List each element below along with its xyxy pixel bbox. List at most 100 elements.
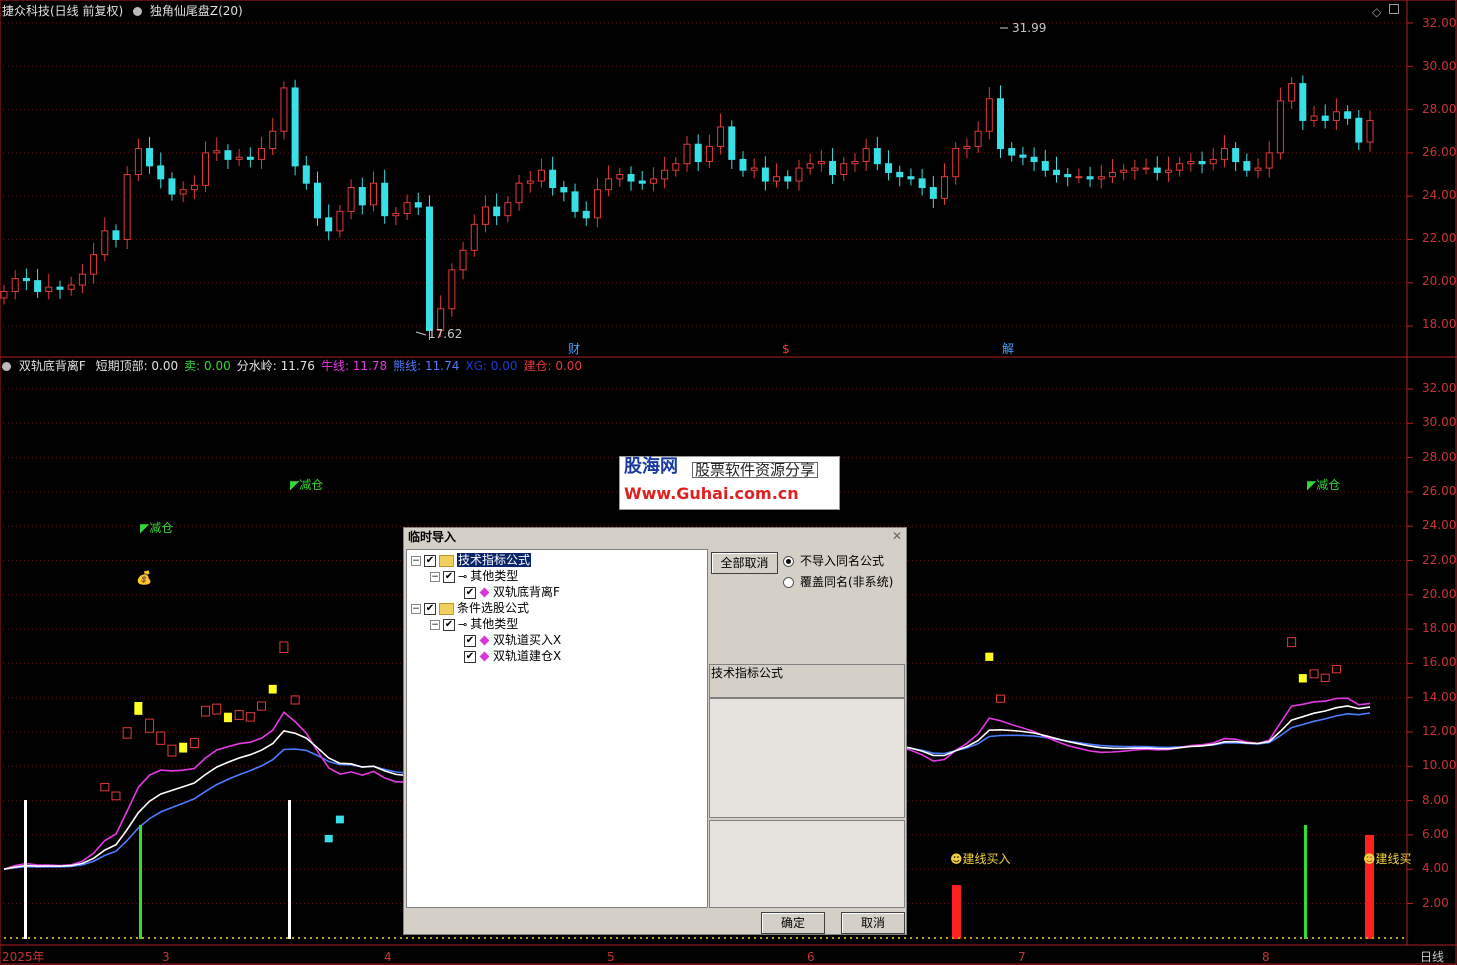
overwrite-duplicate-radio[interactable]: 覆盖同名(非系统) xyxy=(783,574,893,590)
baseline-dot xyxy=(238,937,240,939)
baseline-dot xyxy=(604,937,606,939)
tree-node-label: 双轨道建仓X xyxy=(493,649,562,663)
high-price-label: 31.99 xyxy=(1012,21,1047,35)
close-icon[interactable]: ✕ xyxy=(892,529,902,543)
candle-body xyxy=(1187,161,1195,165)
candle-body xyxy=(1008,148,1016,156)
candle-body xyxy=(470,223,478,251)
candle-body xyxy=(593,189,601,219)
baseline-dot xyxy=(118,937,120,939)
tree-node[interactable]: ✔ 双轨底背离F xyxy=(449,584,560,600)
candle-body xyxy=(425,206,433,331)
tree-node[interactable]: − ✔ 条件选股公式 xyxy=(411,600,529,616)
baseline-dot xyxy=(580,937,582,939)
indicator-bar xyxy=(279,641,289,653)
baseline-dot xyxy=(1258,937,1260,939)
collapse-icon[interactable]: − xyxy=(411,555,421,566)
date-tick: 4 xyxy=(384,950,392,964)
tree-node[interactable]: − ✔ ⊸ 其他类型 xyxy=(430,616,518,632)
baseline-dot xyxy=(292,937,294,939)
baseline-dot xyxy=(130,937,132,939)
baseline-dot xyxy=(214,937,216,939)
baseline-dot xyxy=(742,937,744,939)
baseline-dot xyxy=(400,937,402,939)
tree-node[interactable]: ✔ 双轨道建仓X xyxy=(449,648,561,664)
candle-body xyxy=(11,277,19,292)
import-dialog[interactable]: 临时导入 ✕ − ✔ 技术指标公式 − ✔ ⊸ 其他类型 ✔ 双轨底背离F − ✔ 条件选股公式 − ✔ ⊸… xyxy=(403,527,907,935)
candle-body xyxy=(1332,111,1340,121)
indicator-tick: 16.00 xyxy=(1422,655,1457,670)
checkbox[interactable]: ✔ xyxy=(424,554,436,567)
collapse-icon[interactable]: − xyxy=(411,603,421,614)
checkbox[interactable]: ✔ xyxy=(464,586,476,599)
indicator-circle-icon[interactable] xyxy=(2,362,11,371)
deselect-all-button[interactable]: 全部取消 xyxy=(711,552,778,574)
candle-body xyxy=(1164,169,1172,173)
candle-body xyxy=(314,182,322,219)
candle-body xyxy=(1232,148,1240,163)
maximize-icon[interactable] xyxy=(1389,4,1399,14)
candle-body xyxy=(661,169,669,180)
baseline-dot xyxy=(1330,937,1332,939)
baseline-dot xyxy=(1180,937,1182,939)
baseline-dot xyxy=(244,937,246,939)
baseline-dot xyxy=(850,937,852,939)
candle-body xyxy=(1041,161,1049,171)
baseline-dot xyxy=(154,937,156,939)
checkbox[interactable]: ✔ xyxy=(424,602,436,615)
main-indicator-name[interactable]: 独角仙尾盘Z(20) xyxy=(150,4,243,18)
baseline-dot xyxy=(1192,937,1194,939)
indicator-value: 建仓: 0.00 xyxy=(523,359,583,373)
finance-marker[interactable]: 财 xyxy=(568,342,580,356)
no-import-duplicate-radio[interactable]: 不导入同名公式 xyxy=(783,553,884,569)
baseline-dot xyxy=(634,937,636,939)
checkbox[interactable]: ✔ xyxy=(443,570,455,583)
dialog-title[interactable]: 临时导入 xyxy=(404,528,906,546)
diamond-icon[interactable]: ◇ xyxy=(1372,5,1381,19)
indicator-tick: 12.00 xyxy=(1422,724,1457,738)
baseline-dot xyxy=(490,937,492,939)
checkbox[interactable]: ✔ xyxy=(464,634,476,647)
baseline-dot xyxy=(112,937,114,939)
tree-node[interactable]: − ✔ 技术指标公式 xyxy=(411,552,532,568)
candle-body xyxy=(829,161,837,176)
collapse-icon[interactable]: − xyxy=(430,571,440,582)
cancel-button[interactable]: 取消 xyxy=(841,912,905,934)
candle-body xyxy=(952,148,960,178)
checkbox[interactable]: ✔ xyxy=(464,650,476,663)
baseline-dot xyxy=(652,937,654,939)
formula-tree[interactable]: − ✔ 技术指标公式 − ✔ ⊸ 其他类型 ✔ 双轨底背离F − ✔ 条件选股公式 − ✔ ⊸ 其他类型 ✔ 双轨… xyxy=(406,549,708,908)
unlock-marker[interactable]: 解 xyxy=(1002,342,1014,356)
indicator-bar xyxy=(1309,669,1319,679)
candle-body xyxy=(537,169,545,182)
checkbox[interactable]: ✔ xyxy=(443,618,455,631)
baseline-dot xyxy=(190,937,192,939)
baseline-dot xyxy=(1198,937,1200,939)
collapse-icon[interactable]: − xyxy=(430,619,440,630)
baseline-dot xyxy=(670,937,672,939)
baseline-dot xyxy=(1036,937,1038,939)
date-tick: 5 xyxy=(607,950,615,964)
candle-body xyxy=(112,230,120,240)
tree-node[interactable]: − ✔ ⊸ 其他类型 xyxy=(430,568,518,584)
folder-icon xyxy=(439,554,454,567)
dividend-marker[interactable]: $ xyxy=(782,342,790,356)
candle-body xyxy=(1220,148,1228,160)
candle-body xyxy=(280,87,288,132)
candle-body xyxy=(761,167,769,182)
tree-node[interactable]: ✔ 双轨道买入X xyxy=(449,632,561,648)
baseline-dot xyxy=(496,937,498,939)
baseline-dot xyxy=(304,937,306,939)
baseline-dot xyxy=(1210,937,1212,939)
candle-body xyxy=(1052,169,1060,176)
period-label[interactable]: 日线 xyxy=(1420,950,1444,964)
baseline-dot xyxy=(1204,937,1206,939)
indicator-circle-icon[interactable] xyxy=(133,7,143,16)
indicator-name[interactable]: 双轨底背离F xyxy=(19,359,86,373)
candle-body xyxy=(22,277,30,282)
baseline-dot xyxy=(712,937,714,939)
candle-body xyxy=(269,130,277,150)
ok-button[interactable]: 确定 xyxy=(761,912,825,934)
candle-body xyxy=(1299,83,1307,121)
baseline-dot xyxy=(886,937,888,939)
